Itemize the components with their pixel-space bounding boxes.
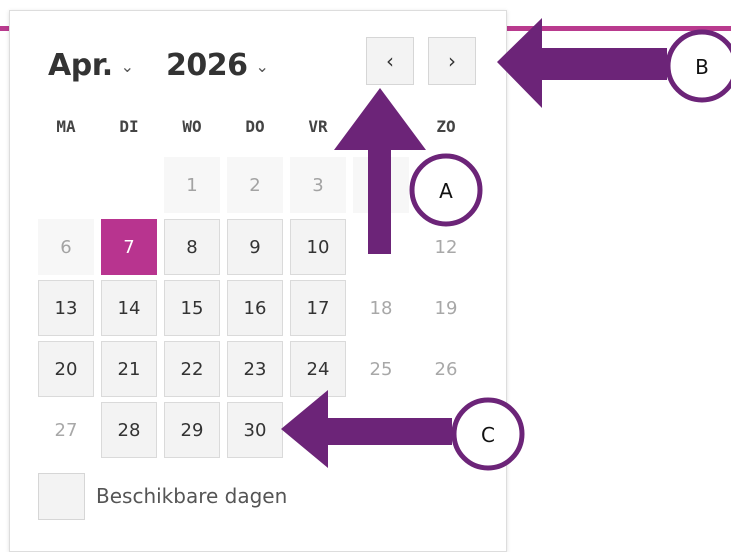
annotation-label-b: B [695, 55, 709, 79]
annotation-overlay: A B C [281, 18, 731, 471]
annotation-arrow-a [334, 88, 426, 254]
annotation-arrow-b [497, 18, 667, 108]
annotation-arrow-c [281, 390, 452, 468]
annotation-label-a: A [439, 179, 453, 203]
annotation-label-c: C [481, 423, 495, 447]
